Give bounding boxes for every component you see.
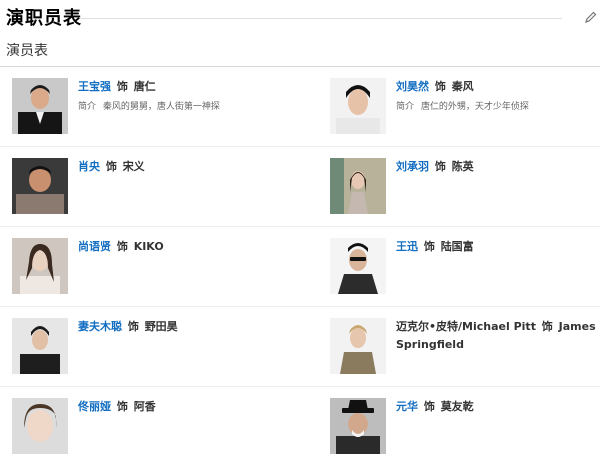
description-label: 简介 xyxy=(396,102,415,112)
as-label: 饰 xyxy=(105,160,117,173)
cast-info: 尚语贤 饰 KIKO xyxy=(78,238,288,256)
cast-row: 王宝强 饰 唐仁 简介 秦风的舅舅，唐人街第一神探 刘昊然 饰 秦风 简介 唐仁… xyxy=(0,67,600,147)
cast-item: 王迅 饰 陆国富 xyxy=(330,238,600,296)
role-line: 王迅 饰 陆国富 xyxy=(396,238,600,256)
description-text: 唐仁的外甥，天才少年侦探 xyxy=(420,102,529,112)
actor-link[interactable]: 王宝强 xyxy=(78,80,111,93)
as-label: 饰 xyxy=(127,320,139,333)
role-name: 唐仁 xyxy=(133,80,156,93)
as-label: 饰 xyxy=(434,160,446,173)
cast-item: 刘昊然 饰 秦风 简介 唐仁的外甥，天才少年侦探 xyxy=(330,78,600,136)
cast-info: 妻夫木聪 饰 野田昊 xyxy=(78,318,288,336)
actor-link[interactable]: 尚语贤 xyxy=(78,240,111,253)
actor-link[interactable]: 王迅 xyxy=(396,240,418,253)
role-line: 迈克尔•皮特/Michael Pitt 饰 James Springfield xyxy=(396,318,600,354)
cast-row: 妻夫木聪 饰 野田昊 迈克尔•皮特/Michael Pitt 饰 James S… xyxy=(0,307,600,387)
cast-item: 迈克尔•皮特/Michael Pitt 饰 James Springfield xyxy=(330,318,600,376)
role-line: 尚语贤 饰 KIKO xyxy=(78,238,288,256)
role-line: 王宝强 饰 唐仁 xyxy=(78,78,288,96)
role-description: 简介 秦风的舅舅，唐人街第一神探 xyxy=(78,100,288,114)
as-label: 饰 xyxy=(116,400,128,413)
cast-subtitle: 演员表 xyxy=(6,43,48,59)
actor-link[interactable]: 刘昊然 xyxy=(396,80,429,93)
actor-link[interactable]: 佟丽娅 xyxy=(78,400,111,413)
cast-item: 肖央 饰 宋义 xyxy=(12,158,302,216)
role-line: 佟丽娅 饰 阿香 xyxy=(78,398,288,416)
role-name: 莫友乾 xyxy=(440,400,474,413)
actor-photo[interactable] xyxy=(330,398,386,454)
actor-photo[interactable] xyxy=(12,158,68,214)
actor-photo[interactable] xyxy=(12,238,68,294)
cast-item: 王宝强 饰 唐仁 简介 秦风的舅舅，唐人街第一神探 xyxy=(12,78,302,136)
cast-item: 刘承羽 饰 陈英 xyxy=(330,158,600,216)
role-name: 陆国富 xyxy=(440,240,474,253)
as-label: 饰 xyxy=(541,320,553,333)
role-line: 元华 饰 莫友乾 xyxy=(396,398,600,416)
cast-info: 元华 饰 莫友乾 xyxy=(396,398,600,416)
cast-info: 王宝强 饰 唐仁 简介 秦风的舅舅，唐人街第一神探 xyxy=(78,78,288,114)
actor-photo[interactable] xyxy=(12,398,68,454)
as-label: 饰 xyxy=(423,400,435,413)
role-name: 宋义 xyxy=(122,160,145,173)
actor-name: 迈克尔•皮特/Michael Pitt xyxy=(396,320,536,333)
role-name: 阿香 xyxy=(133,400,156,413)
cast-grid: 王宝强 饰 唐仁 简介 秦风的舅舅，唐人街第一神探 刘昊然 饰 秦风 简介 唐仁… xyxy=(0,67,600,464)
cast-item: 佟丽娅 饰 阿香 xyxy=(12,398,302,456)
cast-item: 元华 饰 莫友乾 xyxy=(330,398,600,456)
cast-row: 肖央 饰 宋义 刘承羽 饰 陈英 xyxy=(0,147,600,227)
cast-info: 刘承羽 饰 陈英 xyxy=(396,158,600,176)
cast-info: 迈克尔•皮特/Michael Pitt 饰 James Springfield xyxy=(396,318,600,354)
cast-list-page: 演职员表 演员表 王宝强 饰 唐仁 简介 秦风的舅舅，唐人街第一神探 刘昊然 饰… xyxy=(0,0,600,464)
actor-link[interactable]: 妻夫木聪 xyxy=(78,320,122,333)
section-title: 演职员表 xyxy=(6,8,82,29)
cast-info: 佟丽娅 饰 阿香 xyxy=(78,398,288,416)
title-divider xyxy=(80,18,562,19)
actor-photo[interactable] xyxy=(330,78,386,134)
actor-link[interactable]: 元华 xyxy=(396,400,418,413)
as-label: 饰 xyxy=(116,240,128,253)
actor-link[interactable]: 刘承羽 xyxy=(396,160,429,173)
actor-photo[interactable] xyxy=(330,158,386,214)
section-header: 演职员表 xyxy=(0,0,600,32)
cast-item: 尚语贤 饰 KIKO xyxy=(12,238,302,296)
actor-photo[interactable] xyxy=(330,238,386,294)
role-name: 陈英 xyxy=(451,160,474,173)
role-name: 秦风 xyxy=(451,80,474,93)
as-label: 饰 xyxy=(116,80,128,93)
description-label: 简介 xyxy=(78,102,97,112)
actor-photo[interactable] xyxy=(330,318,386,374)
cast-row: 尚语贤 饰 KIKO 王迅 饰 陆国富 xyxy=(0,227,600,307)
role-line: 刘昊然 饰 秦风 xyxy=(396,78,600,96)
cast-info: 刘昊然 饰 秦风 简介 唐仁的外甥，天才少年侦探 xyxy=(396,78,600,114)
actor-photo[interactable] xyxy=(12,318,68,374)
role-description: 简介 唐仁的外甥，天才少年侦探 xyxy=(396,100,600,114)
pencil-icon[interactable] xyxy=(584,10,600,26)
cast-info: 王迅 饰 陆国富 xyxy=(396,238,600,256)
role-line: 妻夫木聪 饰 野田昊 xyxy=(78,318,288,336)
actor-photo[interactable] xyxy=(12,78,68,134)
as-label: 饰 xyxy=(434,80,446,93)
cast-row: 佟丽娅 饰 阿香 元华 饰 莫友乾 xyxy=(0,387,600,464)
role-name: KIKO xyxy=(133,240,164,253)
role-name: 野田昊 xyxy=(144,320,178,333)
actor-link[interactable]: 肖央 xyxy=(78,160,100,173)
cast-item: 妻夫木聪 饰 野田昊 xyxy=(12,318,302,376)
as-label: 饰 xyxy=(423,240,435,253)
description-text: 秦风的舅舅，唐人街第一神探 xyxy=(102,102,220,112)
role-line: 肖央 饰 宋义 xyxy=(78,158,288,176)
role-line: 刘承羽 饰 陈英 xyxy=(396,158,600,176)
cast-info: 肖央 饰 宋义 xyxy=(78,158,288,176)
